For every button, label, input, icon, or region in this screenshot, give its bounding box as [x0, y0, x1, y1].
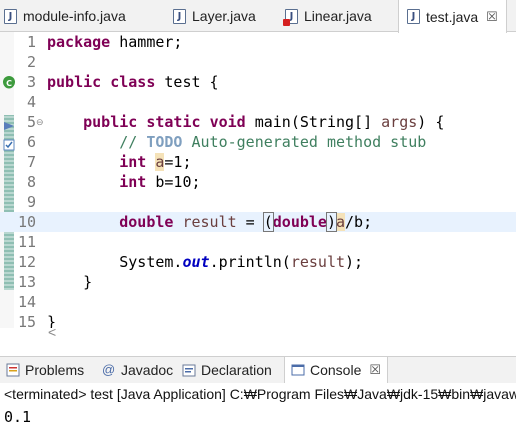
code-text: main(String[]	[245, 113, 382, 131]
fold-collapse-icon[interactable]: ⊖	[36, 112, 44, 132]
variable-token: a	[336, 213, 346, 231]
tab-declaration[interactable]: Declaration	[182, 357, 272, 383]
line-number: 6	[26, 133, 36, 151]
todo-token: TODO	[146, 133, 183, 151]
tab-label: Declaration	[201, 362, 272, 378]
comment-token: Auto-generated method stub	[182, 133, 427, 151]
line-number: 8	[26, 173, 36, 191]
code-text: hammer;	[110, 33, 183, 51]
tab-module-info[interactable]: J module-info.java	[4, 0, 126, 32]
code-text: ) {	[417, 113, 445, 131]
java-file-icon: J	[4, 8, 17, 24]
keyword-token: double	[272, 213, 327, 231]
keyword-token: int	[119, 153, 147, 171]
code-editor[interactable]: C 1 package hammer; 2 3 public class tes…	[0, 32, 516, 328]
line-number: 15	[17, 313, 36, 328]
code-line: 12 System.out.println(result);	[0, 252, 516, 272]
code-text: /b;	[345, 213, 373, 231]
scroll-left-arrow-icon[interactable]: <	[48, 324, 56, 340]
line-number: 10	[17, 213, 36, 231]
line-number: 2	[26, 53, 36, 71]
java-file-error-icon: J	[283, 8, 298, 26]
tab-label: Problems	[25, 362, 85, 378]
view-tab-bar: Problems @ Javadoc Declaration Console ☒	[0, 356, 516, 383]
line-number: 14	[17, 293, 36, 311]
tab-label: Layer.java	[192, 8, 256, 24]
tab-label: Javadoc	[121, 362, 174, 378]
keyword-token: package	[47, 33, 111, 51]
code-line: 1 package hammer;	[0, 32, 516, 52]
console-icon	[291, 363, 305, 377]
declaration-icon	[182, 363, 196, 377]
java-file-icon: J	[173, 8, 186, 24]
tab-linear[interactable]: J Linear.java	[283, 0, 372, 32]
line-number: 4	[26, 93, 36, 111]
code-line: 13 }	[0, 272, 516, 292]
problems-icon	[6, 363, 20, 377]
code-line: 3 public class test {	[0, 72, 516, 92]
horizontal-scrollbar[interactable]: <	[44, 324, 516, 340]
code-line: 9	[0, 192, 516, 212]
code-text: );	[345, 253, 364, 271]
tab-javadoc[interactable]: @ Javadoc	[102, 357, 173, 383]
line-number: 7	[26, 153, 36, 171]
code-text: b=10;	[146, 173, 201, 191]
tab-console[interactable]: Console ☒	[284, 357, 389, 383]
code-line: 7 int a=1;	[0, 152, 516, 172]
keyword-token: static	[146, 113, 201, 131]
code-text: System.	[119, 253, 183, 271]
code-line: 14	[0, 292, 516, 312]
variable-token: args	[381, 113, 418, 131]
tab-label: test.java	[426, 8, 479, 25]
bracket-match: (	[262, 212, 274, 232]
java-file-icon: J	[407, 9, 420, 24]
code-line: 11	[0, 232, 516, 252]
line-number: 13	[17, 273, 36, 291]
close-tab-icon[interactable]: ☒	[486, 9, 498, 25]
keyword-token: public	[83, 113, 138, 131]
code-text: =	[236, 213, 264, 231]
field-token: out	[182, 253, 210, 271]
code-line: 2	[0, 52, 516, 72]
code-line: 5 ⊖ public static void main(String[] arg…	[0, 112, 516, 132]
code-text: .println(	[209, 253, 291, 271]
code-text: =1;	[164, 153, 192, 171]
code-text: test {	[155, 73, 219, 91]
console-status: <terminated> test [Java Application] C:₩…	[4, 386, 516, 402]
tab-label: Linear.java	[304, 8, 372, 24]
code-line: 6 // TODO Auto-generated method stub	[0, 132, 516, 152]
code-line-current: 10 double result = (double)a/b;	[0, 212, 516, 232]
keyword-token: void	[209, 113, 246, 131]
line-number: 12	[17, 253, 36, 271]
tab-label: Console	[310, 362, 362, 378]
code-line: 4	[0, 92, 516, 112]
line-number: 3	[26, 73, 36, 91]
line-number: 11	[17, 233, 36, 251]
bracket-match: )	[325, 212, 338, 232]
line-number: 1	[26, 33, 36, 51]
close-view-icon[interactable]: ☒	[369, 362, 381, 378]
code-line: 8 int b=10;	[0, 172, 516, 192]
console-output[interactable]: 0.1	[4, 408, 31, 426]
variable-token: result	[182, 213, 237, 231]
keyword-token: class	[110, 73, 156, 91]
keyword-token: double	[119, 213, 174, 231]
comment-token: //	[119, 133, 147, 151]
code-text: }	[83, 273, 93, 291]
tab-layer[interactable]: J Layer.java	[173, 0, 256, 32]
keyword-token: int	[119, 173, 147, 191]
tab-test[interactable]: J test.java ☒	[398, 0, 507, 33]
line-number: 5	[26, 113, 36, 131]
editor-tab-bar: J module-info.java J Layer.java J Linear…	[0, 0, 516, 33]
tab-label: module-info.java	[23, 8, 126, 24]
keyword-token: public	[47, 73, 102, 91]
at-sign-icon: @	[102, 362, 116, 377]
variable-token: result	[290, 253, 346, 271]
tab-problems[interactable]: Problems	[6, 357, 84, 383]
line-number: 9	[26, 193, 36, 211]
